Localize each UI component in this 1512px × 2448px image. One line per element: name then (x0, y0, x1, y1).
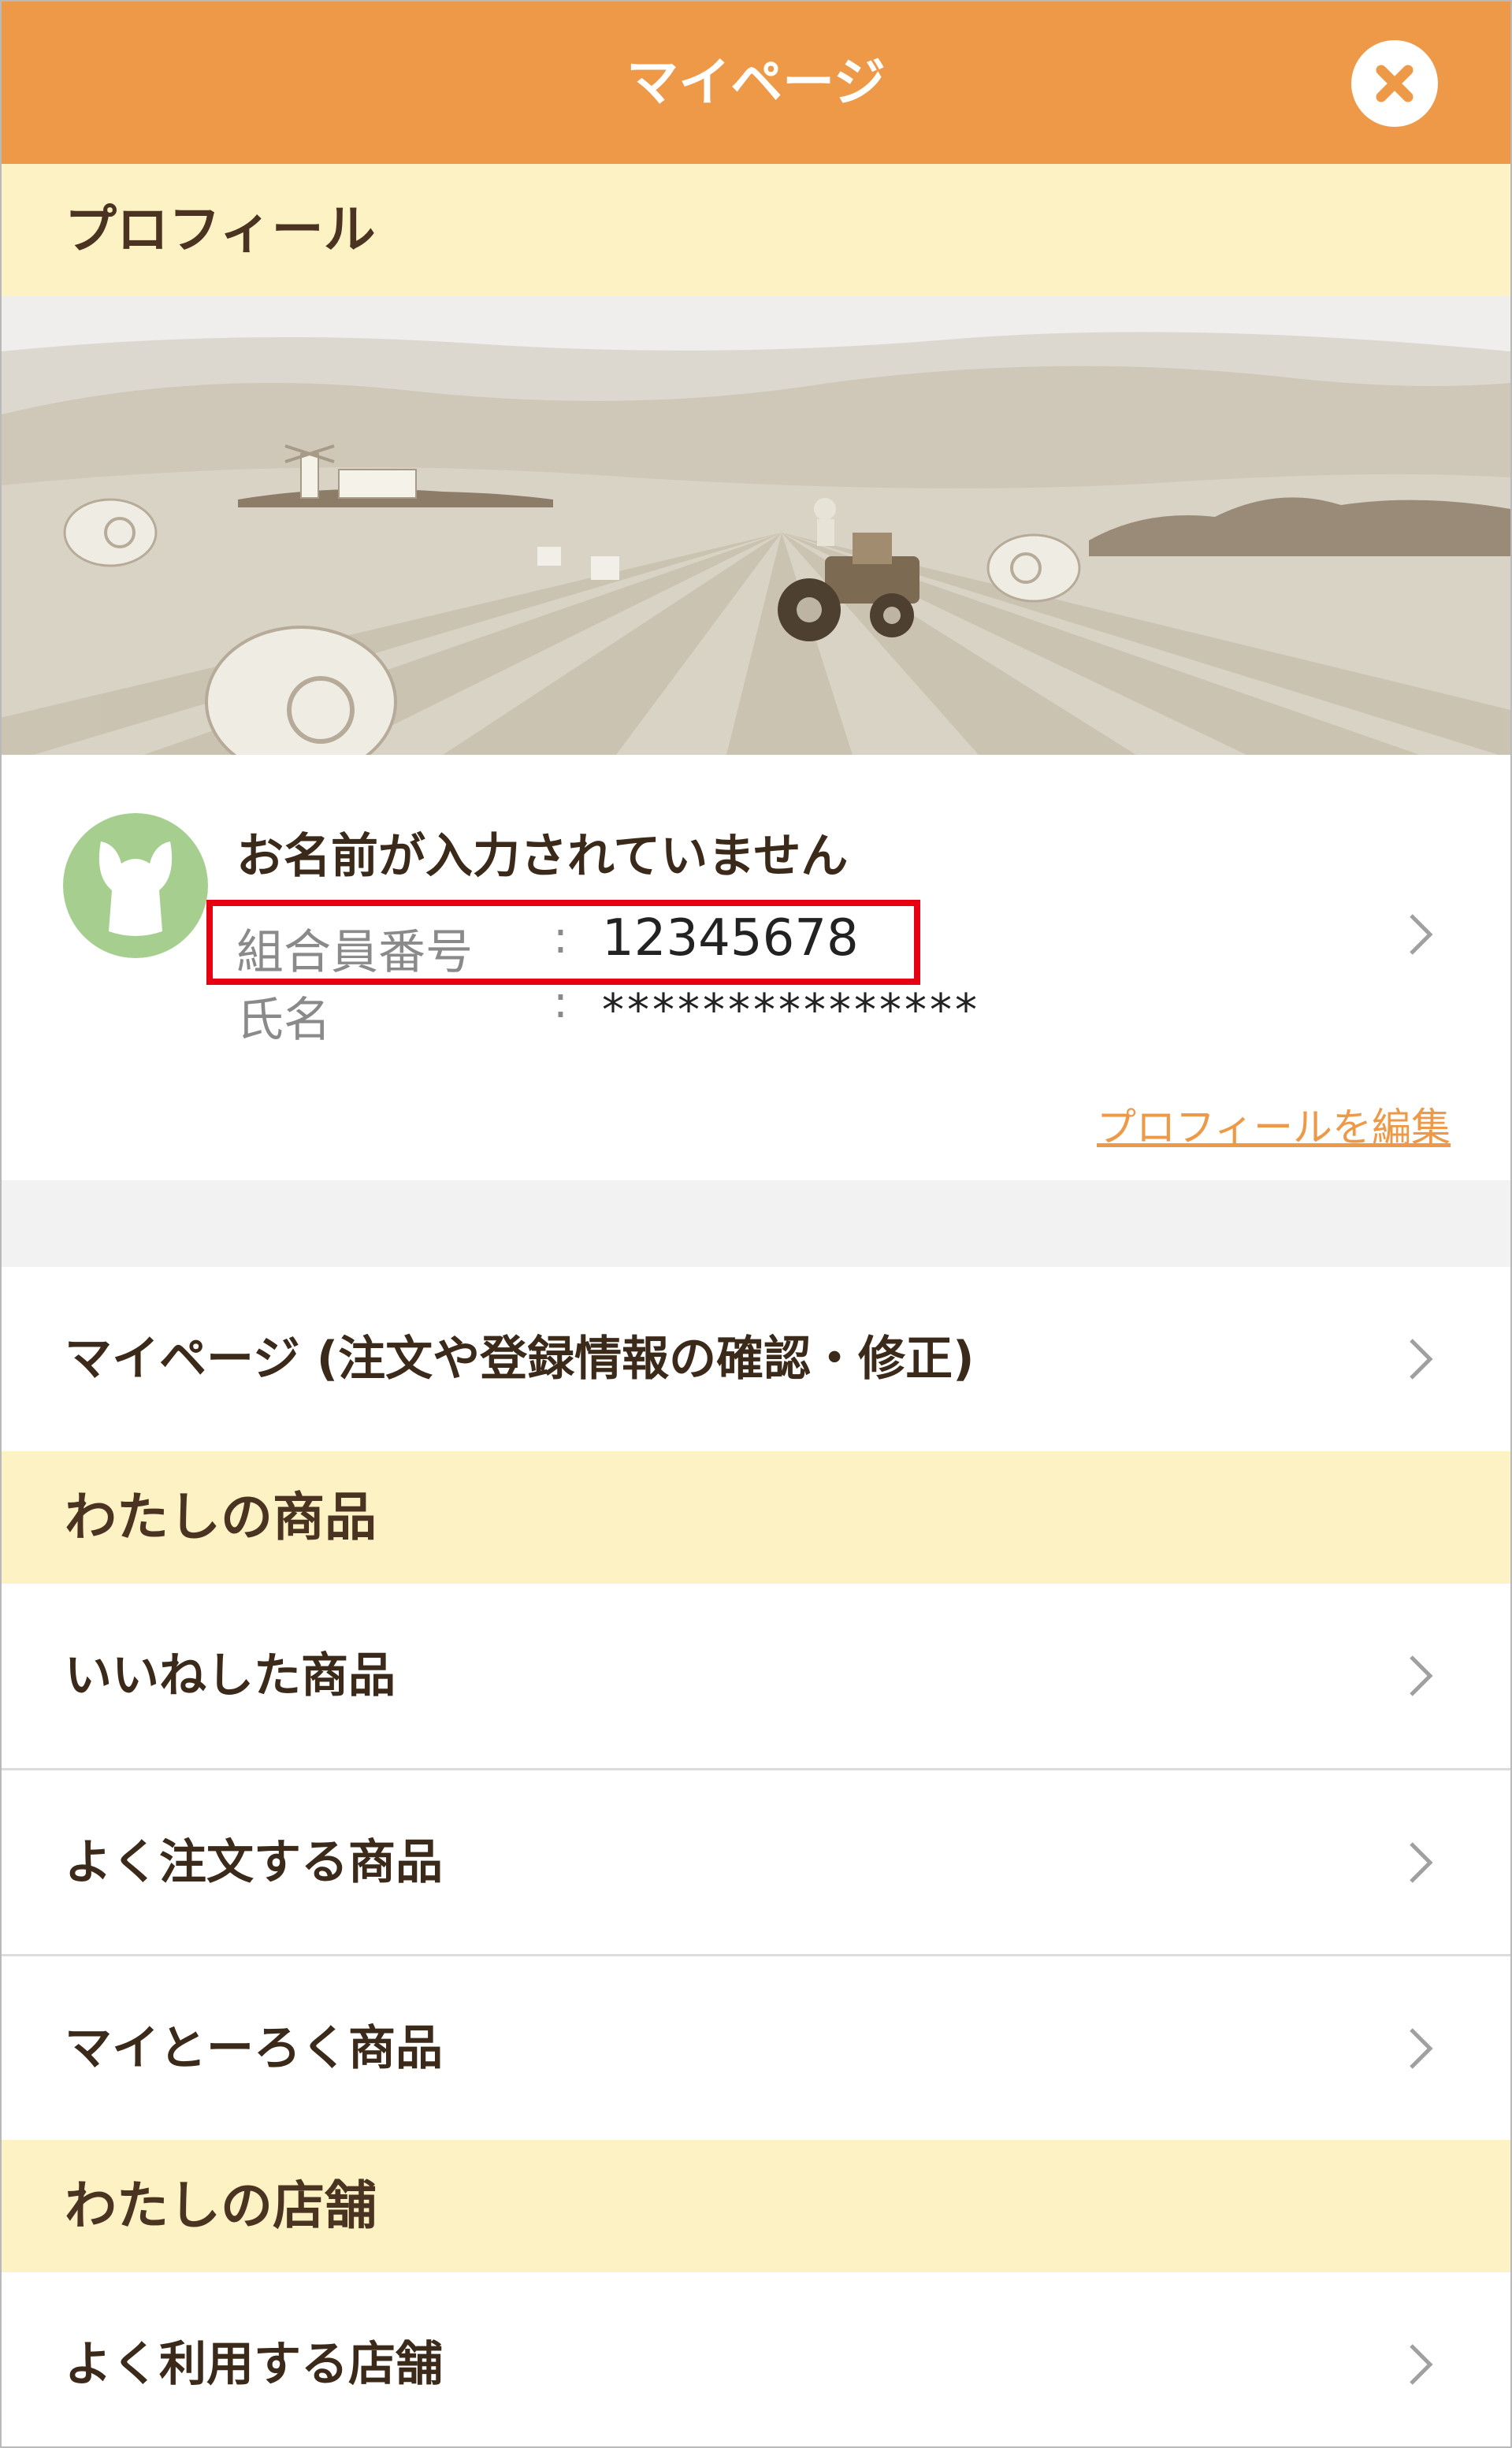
full-name-value: *************** (602, 985, 980, 1036)
list-item-label: マイとーろく商品 (65, 2021, 443, 2076)
chevron-right-icon (1410, 1339, 1433, 1380)
list-item-liked-products[interactable]: いいねした商品 (2, 1584, 1510, 1770)
mypage-menu-label: マイページ (注文や登録情報の確認・修正) (65, 1332, 975, 1387)
member-number-highlight (206, 900, 920, 985)
page-title: マイページ (626, 52, 886, 113)
my-products-heading: わたしの商品 (65, 1487, 377, 1547)
section-divider (2, 1180, 1510, 1267)
my-stores-heading: わたしの店舗 (65, 2175, 377, 2236)
edit-profile-link[interactable]: プロフィールを編集 (1097, 1096, 1451, 1153)
chevron-right-icon (1410, 914, 1433, 955)
app-header: マイページ (2, 2, 1510, 164)
mypage-menu-item[interactable]: マイページ (注文や登録情報の確認・修正) (2, 1267, 1510, 1451)
chevron-right-icon (1410, 1842, 1433, 1883)
list-item-label: よく注文する商品 (65, 1835, 443, 1890)
full-name-label: 氏名 (236, 993, 331, 1048)
profile-name: お名前が入力されていません (236, 829, 849, 884)
list-item-label: いいねした商品 (65, 1648, 396, 1703)
profile-section-header: プロフィール (2, 164, 1510, 296)
list-item-frequent-products[interactable]: よく注文する商品 (2, 1770, 1510, 1956)
my-stores-section-header: わたしの店舗 (2, 2140, 1510, 2272)
list-item-frequent-stores[interactable]: よく利用する店舗 (2, 2272, 1510, 2446)
list-item-registered-products[interactable]: マイとーろく商品 (2, 1956, 1510, 2140)
mypage-screen: マイページ プロフィール お名前が入力されていません 組合員番号: 12345… (0, 0, 1512, 2448)
chevron-right-icon (1410, 2028, 1433, 2069)
profile-heading: プロフィール (65, 199, 376, 260)
chevron-right-icon (1410, 2344, 1433, 2385)
close-button[interactable] (1351, 40, 1438, 127)
chevron-right-icon (1410, 1655, 1433, 1696)
profile-banner-image (2, 296, 1510, 778)
list-item-label: よく利用する店舗 (65, 2337, 443, 2392)
close-icon (1376, 65, 1414, 102)
my-products-section-header: わたしの商品 (2, 1451, 1510, 1584)
co-op-mascot-icon (63, 813, 208, 958)
